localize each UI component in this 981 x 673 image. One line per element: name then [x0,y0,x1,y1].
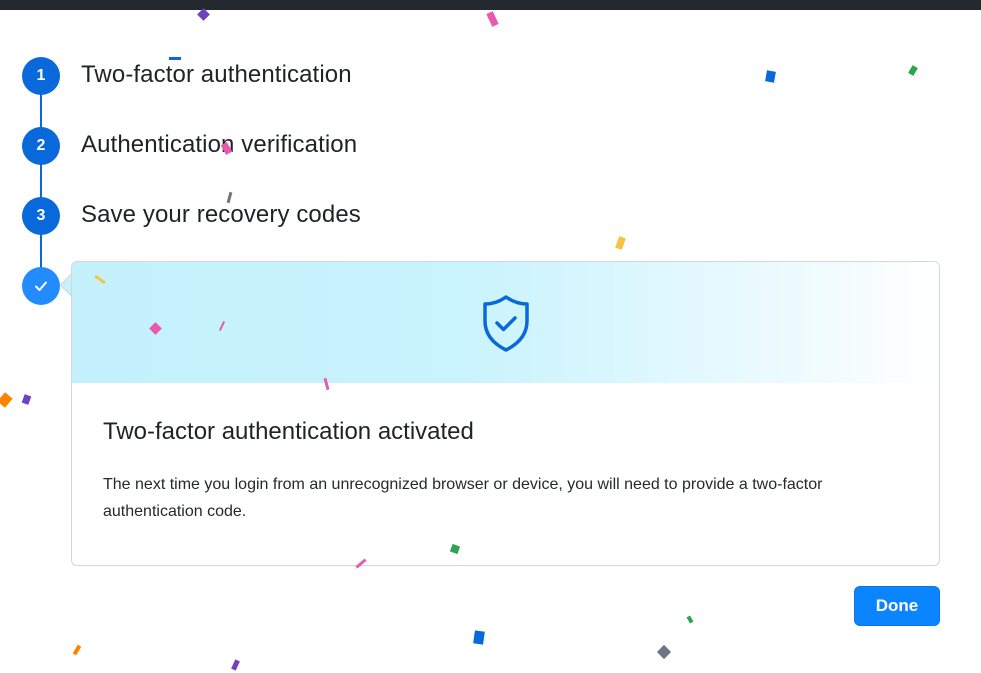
step-number-1: 1 [22,57,60,95]
card-banner [72,262,939,383]
confetti-piece [656,644,672,660]
confetti-piece [169,57,181,60]
step-title-save-recovery-codes: Save your recovery codes [81,201,361,228]
step-title-two-factor-authentication: Two-factor authentication [81,61,352,88]
confetti-piece [72,644,82,656]
top-bar [0,0,981,10]
confetti-piece [686,615,694,624]
step-complete [22,267,60,305]
check-icon [35,281,47,291]
confetti-piece [615,236,626,250]
confetti-piece [473,630,485,645]
confetti-piece [0,392,13,408]
card-heading: Two-factor authentication activated [103,418,474,445]
activation-card: Two-factor authentication activated The … [71,261,940,566]
step-number-3: 3 [22,197,60,235]
step-number-2: 2 [22,127,60,165]
confetti-piece [908,65,918,76]
confetti-piece [21,394,32,405]
confetti-piece [765,70,776,83]
step-title-authentication-verification: Authentication verification [81,131,358,158]
two-factor-setup-page: 1 Two-factor authentication 2 Authentica… [0,0,981,673]
shield-check-icon [482,294,529,352]
confetti-piece [486,11,499,27]
done-button[interactable]: Done [854,586,940,626]
confetti-piece [231,659,240,671]
confetti-piece [197,8,210,21]
card-description: The next time you login from an unrecogn… [103,476,823,520]
